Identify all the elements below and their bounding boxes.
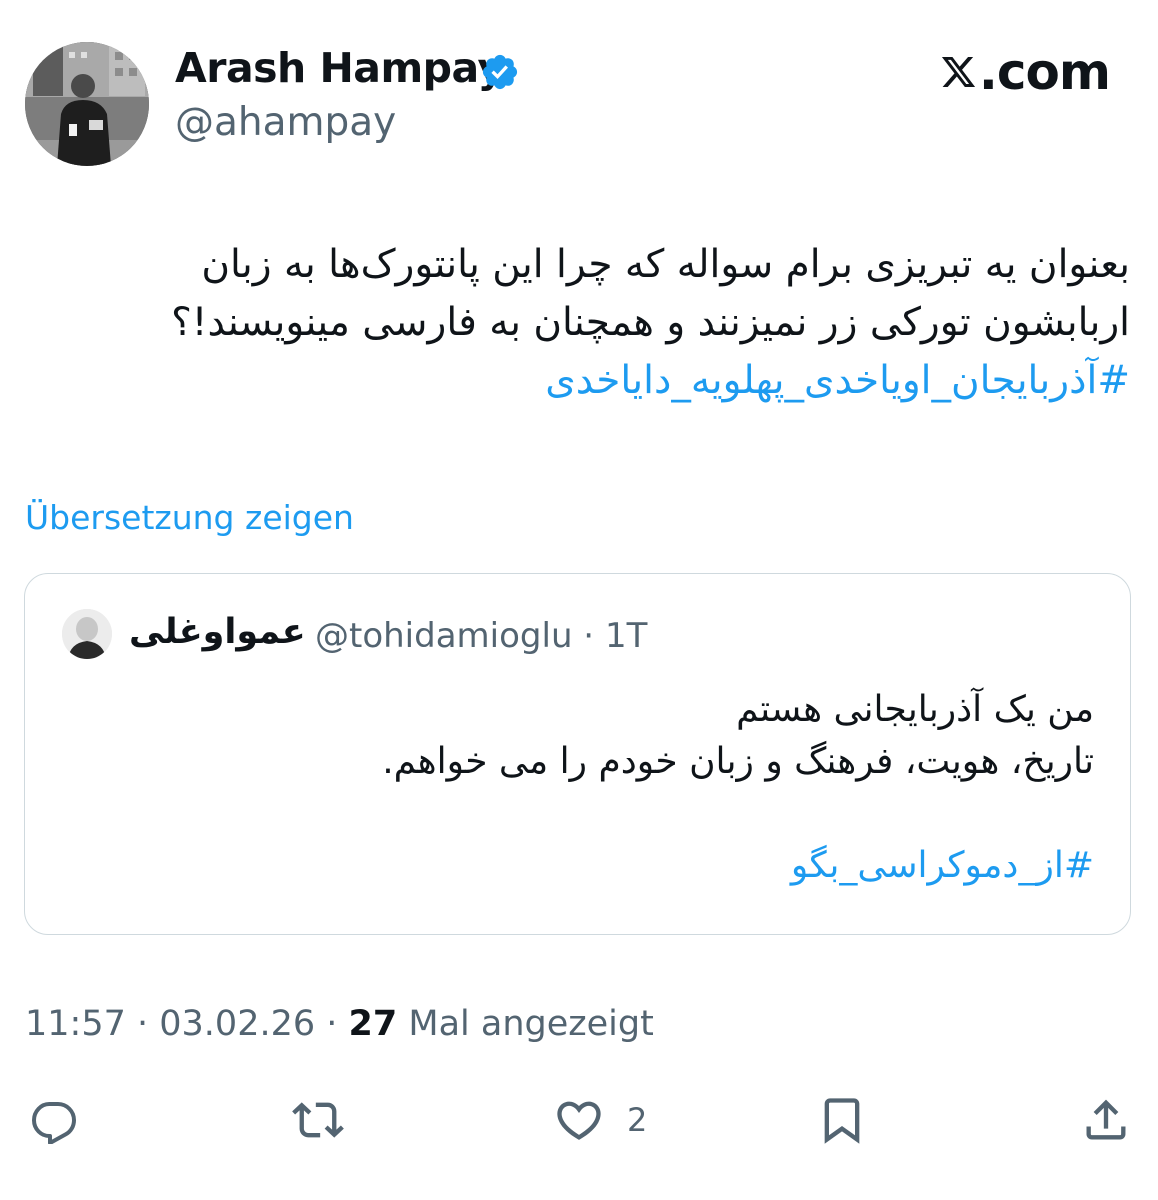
quoted-author-handle[interactable]: @tohidamioglu (315, 616, 573, 656)
author-avatar[interactable] (25, 42, 149, 166)
quoted-hashtag-link[interactable]: #از_دموکراسی_بگو (94, 840, 1094, 892)
quoted-text-line: من یک آذربایجانی هستم (736, 689, 1094, 730)
views-space (397, 1004, 408, 1044)
reply-icon (32, 1102, 76, 1144)
retweet-icon (292, 1102, 344, 1138)
bookmark-button[interactable] (816, 1090, 868, 1150)
tweet-action-bar: 2 (0, 1090, 1158, 1160)
meta-separator: · (125, 1004, 160, 1044)
share-icon (1086, 1099, 1126, 1140)
quoted-text-line: تاریخ، هویت، فرهنگ و زبان خودم را می خوا… (382, 741, 1094, 782)
like-button[interactable]: 2 (553, 1090, 647, 1150)
bookmark-icon (824, 1098, 860, 1144)
tweet-text-line: اربابشون تورکی زر نمیزنند و همچنان به فا… (171, 300, 1130, 345)
retweet-button[interactable] (292, 1090, 344, 1150)
meta-separator: · (315, 1004, 349, 1044)
verified-badge-icon (482, 54, 518, 90)
x-brand-watermark: .com (940, 42, 1111, 102)
quoted-author-avatar[interactable] (62, 609, 112, 659)
meta-separator: · (572, 616, 605, 656)
reply-button[interactable] (30, 1090, 78, 1150)
author-display-name[interactable]: Arash Hampay (175, 44, 504, 92)
x-logo-icon (941, 57, 976, 87)
views-count: 27 (348, 1004, 398, 1044)
quoted-tweet-card[interactable]: عمواوغلی @tohidamioglu · 1T من یک آذربای… (24, 573, 1131, 935)
quoted-tweet-text: من یک آذربایجانی هستم تاریخ، هویت، فرهنگ… (94, 684, 1094, 892)
tweet-text: بعنوان یه تبریزی برام سواله که چرا این پ… (20, 236, 1130, 410)
share-button[interactable] (1080, 1090, 1132, 1150)
quoted-tweet-meta: @tohidamioglu · 1T (315, 616, 647, 656)
show-translation-link[interactable]: Übersetzung zeigen (25, 498, 354, 537)
like-icon (557, 1101, 601, 1140)
tweet-hashtag-link[interactable]: #آذربایجان_اویاخدی_پهلویه_دایاخدی (20, 352, 1130, 410)
tweet-header: Arash Hampay @ahampay .com (0, 0, 1158, 180)
quoted-text-spacer (94, 788, 1094, 840)
tweet-meta-line: 11:57 · 03.02.26 · 27 Mal angezeigt (25, 1004, 654, 1044)
tweet-date[interactable]: 03.02.26 (159, 1004, 315, 1044)
quoted-author-display-name[interactable]: عمواوغلی (129, 612, 306, 652)
like-count: 2 (627, 1101, 648, 1139)
quoted-tweet-time: 1T (604, 616, 648, 656)
avatar-photo (25, 42, 149, 166)
views-label: Mal angezeigt (408, 1004, 654, 1044)
brand-domain-text: .com (978, 43, 1111, 101)
quoted-avatar-photo (62, 609, 112, 659)
tweet-time[interactable]: 11:57 (25, 1004, 126, 1044)
author-handle[interactable]: @ahampay (175, 100, 396, 145)
tweet-text-line: بعنوان یه تبریزی برام سواله که چرا این پ… (201, 242, 1130, 287)
